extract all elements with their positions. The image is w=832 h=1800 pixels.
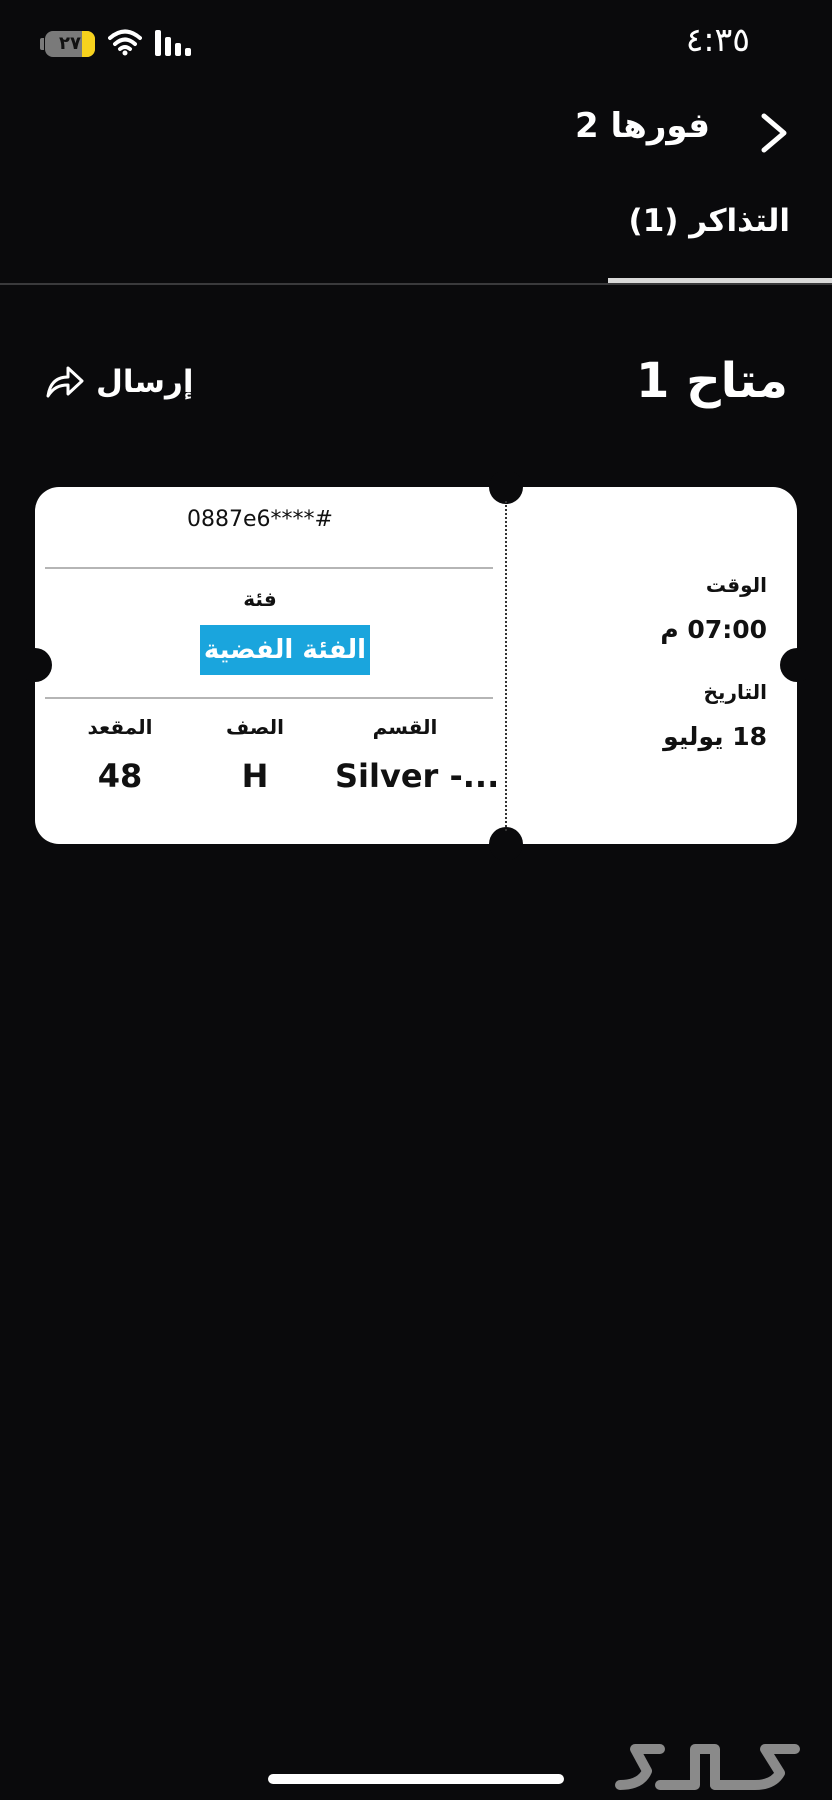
seat-value: 48 (97, 757, 143, 795)
share-arrow-icon (46, 366, 84, 398)
row-value: H (241, 757, 269, 795)
ticket-perforation (505, 501, 507, 831)
category-label: فئة (243, 587, 277, 611)
time-label: الوقت (705, 573, 767, 597)
ticket-notch-top (489, 470, 523, 504)
ticket-card[interactable]: 0887e6****# فئة الفئة الفضية القسم Silve… (18, 470, 814, 861)
page-title: فورها 2 (574, 106, 710, 146)
battery-percentage: ٢٧ (59, 33, 81, 54)
available-count-title: متاح 1 (635, 353, 788, 409)
battery-tip (40, 38, 44, 50)
cellular-signal-icon (155, 30, 191, 56)
ticket-notch-right (780, 648, 814, 682)
date-value: 18 يوليو (663, 722, 767, 751)
haraj-logo (615, 1744, 800, 1790)
seat-label: المقعد (87, 715, 153, 739)
category-badge: الفئة الفضية (200, 625, 370, 675)
home-indicator[interactable] (268, 1774, 564, 1784)
ticket-notch-bottom (489, 827, 523, 861)
ticket-divider-bottom (45, 697, 493, 699)
send-label: إرسال (96, 364, 194, 400)
row-label: الصف (226, 715, 284, 739)
chevron-right-icon[interactable] (756, 110, 792, 156)
ticket-notch-left (18, 648, 52, 682)
section-label: القسم (372, 715, 438, 739)
section-value: Silver -... (335, 757, 500, 795)
ticket-code: 0887e6****# (187, 507, 333, 532)
date-label: التاريخ (703, 680, 767, 704)
tab-tickets[interactable]: التذاكر (1) (629, 203, 790, 239)
ticket-divider-top (45, 567, 493, 569)
tab-divider (0, 283, 832, 285)
time-value: 07:00 م (660, 615, 767, 644)
status-time: ٤:٣٥ (685, 20, 750, 59)
send-button[interactable]: إرسال (44, 364, 194, 400)
battery-icon: ٢٧ (45, 31, 95, 57)
wifi-icon (108, 29, 142, 56)
